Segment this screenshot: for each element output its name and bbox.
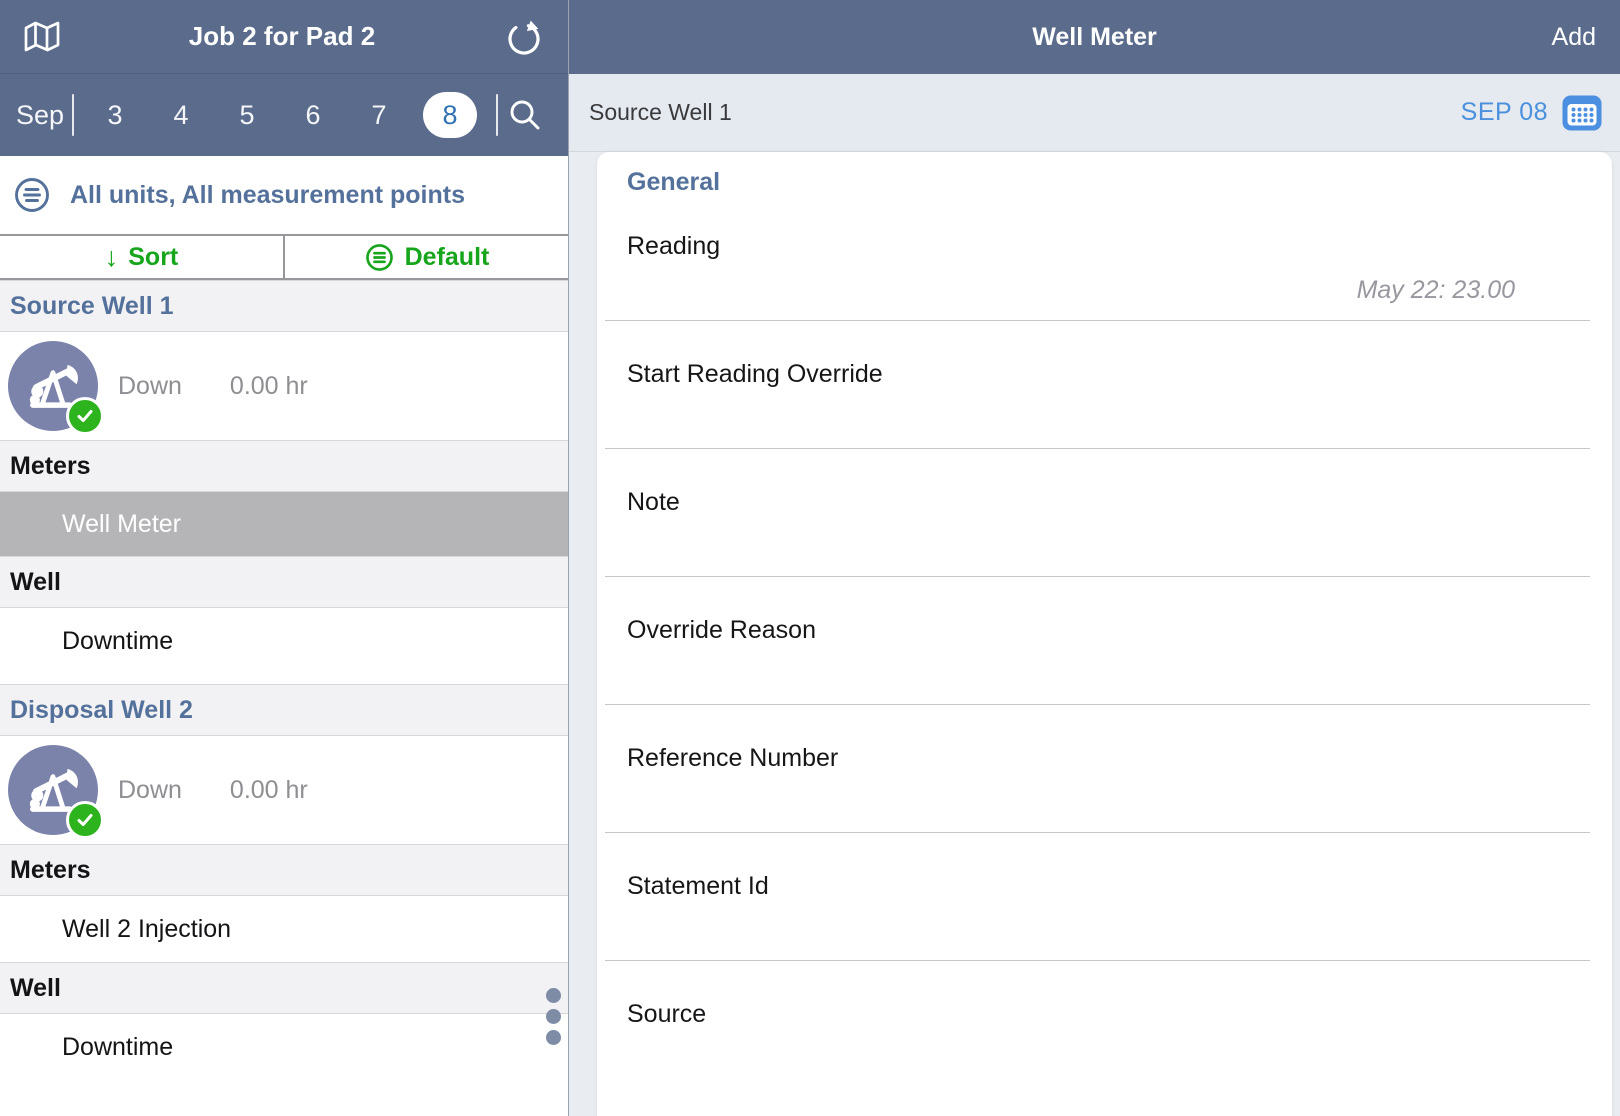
field-label: Source (627, 1000, 706, 1029)
date-3[interactable]: 3 (93, 100, 137, 131)
sidebar-item-downtime[interactable]: Downtime (0, 608, 568, 674)
downtime-hours: 0.00 hr (230, 776, 308, 805)
input-underline (605, 960, 1590, 961)
status-label: Down (118, 372, 182, 401)
refresh-icon[interactable] (502, 14, 546, 60)
filter-icon (12, 175, 52, 215)
default-label: Default (405, 243, 490, 272)
detail-panel: Well Meter Add Source Well 1 SEP 08 (568, 0, 1620, 1116)
field-reference-number[interactable]: Reference Number (605, 724, 1590, 852)
pumpjack-icon (8, 745, 98, 835)
ellipsis-indicator (546, 988, 562, 1051)
field-label: Reference Number (627, 744, 838, 773)
date-strip: Sep 3 4 5 6 7 8 (0, 74, 568, 156)
add-button[interactable]: Add (1552, 0, 1596, 74)
date-6[interactable]: 6 (291, 100, 335, 131)
context-bar: Source Well 1 SEP 08 (569, 74, 1620, 152)
month-label: Sep (16, 100, 72, 131)
date-4[interactable]: 4 (159, 100, 203, 131)
date-7[interactable]: 7 (357, 100, 401, 131)
sidebar-item-well-meter[interactable]: Well Meter (0, 492, 568, 556)
section-header-meters: Meters (0, 844, 568, 896)
field-label: Start Reading Override (627, 360, 883, 389)
detail-header: Well Meter Add (569, 0, 1620, 74)
date-5[interactable]: 5 (225, 100, 269, 131)
field-label: Statement Id (627, 872, 769, 901)
detail-body: General Reading May 22: 23.00 Start Read… (569, 152, 1620, 1116)
field-start-reading-override[interactable]: Start Reading Override (605, 340, 1590, 468)
field-label: Reading (627, 232, 720, 261)
search-icon[interactable] (498, 97, 552, 133)
sort-label: Sort (128, 243, 178, 272)
field-hint: May 22: 23.00 (1357, 276, 1515, 305)
check-badge-icon (66, 397, 104, 435)
field-source[interactable]: Source (605, 980, 1590, 1108)
map-icon[interactable] (22, 19, 62, 55)
well-group-header: Source Well 1 (0, 280, 568, 332)
detail-title: Well Meter (1032, 23, 1157, 52)
sort-button[interactable]: ↓ Sort (0, 236, 285, 278)
field-note[interactable]: Note (605, 468, 1590, 596)
filter-label: All units, All measurement points (70, 181, 465, 210)
sidebar-item-well2-injection[interactable]: Well 2 Injection (0, 896, 568, 962)
sidebar: Job 2 for Pad 2 Sep 3 4 5 6 7 8 (0, 0, 568, 1116)
downtime-hours: 0.00 hr (230, 372, 308, 401)
sidebar-header: Job 2 for Pad 2 (0, 0, 568, 74)
sidebar-item-downtime[interactable]: Downtime (0, 1014, 568, 1080)
input-underline (605, 576, 1590, 577)
date-list: 3 4 5 6 7 8 (74, 92, 496, 138)
field-reading[interactable]: Reading May 22: 23.00 (605, 212, 1590, 340)
status-label: Down (118, 776, 182, 805)
input-underline (605, 832, 1590, 833)
input-underline (605, 448, 1590, 449)
form-card: General Reading May 22: 23.00 Start Read… (597, 152, 1612, 1116)
default-button[interactable]: Default (285, 236, 568, 278)
section-title: General (605, 152, 1590, 212)
well-status-row[interactable]: Down 0.00 hr (0, 332, 568, 440)
app-window: Job 2 for Pad 2 Sep 3 4 5 6 7 8 (0, 0, 1620, 1116)
list-circle-icon (364, 242, 395, 273)
section-header-meters: Meters (0, 440, 568, 492)
well-group-header: Disposal Well 2 (0, 684, 568, 736)
job-title: Job 2 for Pad 2 (62, 21, 502, 52)
well-status-row[interactable]: Down 0.00 hr (0, 736, 568, 844)
date-picker[interactable]: SEP 08 (1461, 95, 1602, 131)
section-header-well: Well (0, 962, 568, 1014)
check-badge-icon (66, 801, 104, 839)
field-override-reason[interactable]: Override Reason (605, 596, 1590, 724)
sort-arrow-icon: ↓ (105, 242, 119, 273)
field-label: Override Reason (627, 616, 816, 645)
filter-bar[interactable]: All units, All measurement points (0, 156, 568, 234)
input-underline (605, 320, 1590, 321)
section-header-well: Well (0, 556, 568, 608)
pumpjack-icon (8, 341, 98, 431)
field-statement-id[interactable]: Statement Id (605, 852, 1590, 980)
input-underline (605, 704, 1590, 705)
spacer (0, 674, 568, 684)
date-8-selected[interactable]: 8 (423, 92, 477, 138)
date-badge[interactable]: SEP 08 (1461, 98, 1548, 127)
field-label: Note (627, 488, 680, 517)
context-well-label: Source Well 1 (589, 99, 732, 126)
sort-bar: ↓ Sort Default (0, 234, 568, 280)
calendar-icon[interactable] (1562, 95, 1602, 131)
